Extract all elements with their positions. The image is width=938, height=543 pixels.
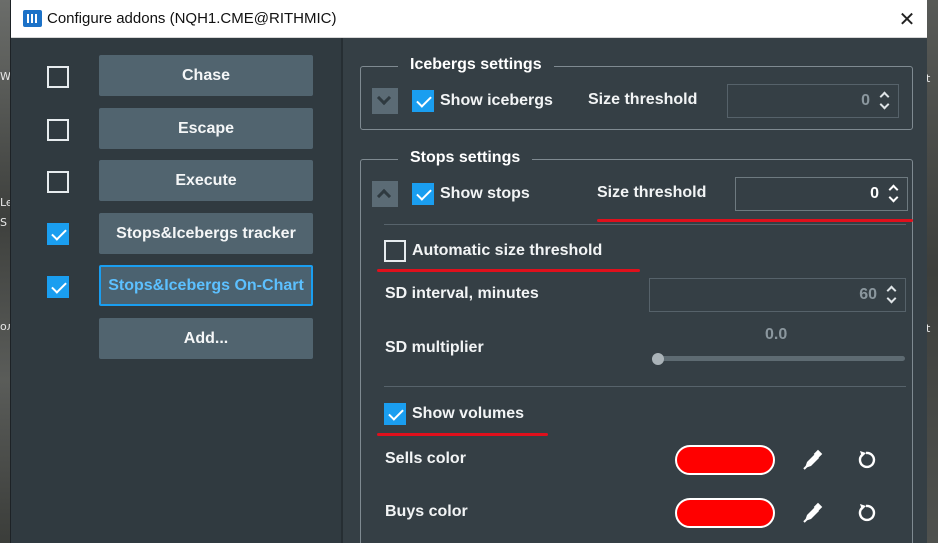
automatic-size-threshold-checkbox[interactable] (384, 240, 406, 262)
automatic-size-threshold-label: Automatic size threshold (412, 242, 603, 259)
sd-multiplier-label: SD multiplier (385, 339, 484, 356)
spinner-arrows-icon[interactable] (889, 185, 899, 203)
desktop-text: S (0, 216, 7, 229)
addon-button-stops-icebergs-on-chart[interactable]: Stops&Icebergs On-Chart (99, 265, 313, 306)
separator (384, 386, 906, 387)
reset-icon[interactable] (854, 448, 878, 472)
show-icebergs-label: Show icebergs (440, 92, 553, 109)
close-icon[interactable]: ✕ (895, 7, 919, 31)
annotation-underline (377, 269, 640, 272)
stops-size-threshold-value: 0 (870, 185, 879, 202)
buys-color-swatch[interactable] (675, 498, 775, 528)
show-stops-label: Show stops (440, 185, 530, 202)
chevron-up-icon (376, 188, 392, 204)
reset-icon[interactable] (854, 501, 878, 525)
sd-multiplier-slider-handle[interactable] (652, 353, 664, 365)
addon-button-execute[interactable]: Execute (99, 160, 313, 201)
show-stops-checkbox[interactable] (412, 183, 434, 205)
sd-interval-input[interactable]: 60 (649, 278, 906, 312)
show-volumes-checkbox[interactable] (384, 403, 406, 425)
buys-color-label: Buys color (385, 503, 468, 520)
sd-multiplier-slider-track[interactable] (652, 356, 905, 361)
addon-button-escape[interactable]: Escape (99, 108, 313, 149)
addon-button-chase[interactable]: Chase (99, 55, 313, 96)
spinner-arrows-icon[interactable] (887, 286, 897, 304)
sd-interval-value: 60 (859, 286, 877, 303)
show-icebergs-checkbox[interactable] (412, 90, 434, 112)
stops-settings-title: Stops settings (398, 149, 533, 167)
configure-addons-window: Configure addons (NQH1.CME@RITHMIC) ✕ Ch… (10, 0, 927, 543)
window-title: Configure addons (NQH1.CME@RITHMIC) (47, 10, 337, 27)
sells-color-label: Sells color (385, 450, 466, 467)
addon-checkbox-escape[interactable] (47, 119, 69, 141)
addon-checkbox-stops-icebergs-tracker[interactable] (47, 223, 69, 245)
addon-checkbox-stops-icebergs-on-chart[interactable] (47, 276, 69, 298)
stops-collapse-button[interactable] (372, 181, 398, 207)
add-addon-button[interactable]: Add... (99, 318, 313, 359)
show-volumes-label: Show volumes (412, 405, 525, 422)
annotation-underline (377, 433, 548, 436)
chevron-down-icon (376, 90, 392, 106)
separator (384, 224, 906, 225)
title-bar[interactable]: Configure addons (NQH1.CME@RITHMIC) ✕ (11, 0, 927, 38)
sells-color-swatch[interactable] (675, 445, 775, 475)
settings-panel: Icebergs settings Show icebergs Size thr… (343, 38, 927, 543)
icebergs-expand-button[interactable] (372, 88, 398, 114)
addon-checkbox-execute[interactable] (47, 171, 69, 193)
icebergs-size-threshold-input[interactable]: 0 (727, 84, 899, 118)
icebergs-size-threshold-label: Size threshold (588, 91, 698, 108)
addon-checkbox-chase[interactable] (47, 66, 69, 88)
icebergs-size-threshold-value: 0 (861, 92, 870, 109)
addon-button-stops-icebergs-tracker[interactable]: Stops&Icebergs tracker (99, 213, 313, 254)
annotation-underline (597, 219, 913, 222)
stops-size-threshold-input[interactable]: 0 (735, 177, 908, 211)
addon-list-panel: Chase Escape Execute Stops&Icebergs trac… (11, 38, 341, 543)
stops-size-threshold-label: Size threshold (597, 184, 707, 201)
sd-interval-label: SD interval, minutes (385, 285, 539, 302)
eyedropper-icon[interactable] (801, 501, 825, 525)
icebergs-settings-title: Icebergs settings (398, 56, 554, 74)
sd-multiplier-value: 0.0 (765, 326, 788, 343)
app-icon (23, 10, 42, 27)
eyedropper-icon[interactable] (801, 448, 825, 472)
spinner-arrows-icon[interactable] (880, 92, 890, 110)
